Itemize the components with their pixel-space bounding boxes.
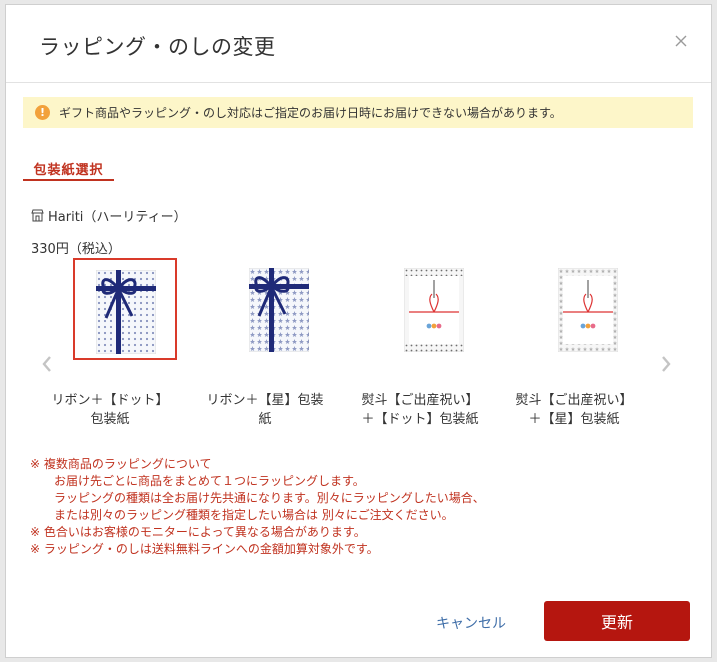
wrapping-thumbnail	[383, 258, 487, 360]
wrapping-option-noshi-star[interactable]: 熨斗【ご出産祝い】 ＋【星】包装紙	[503, 258, 645, 427]
close-icon[interactable]	[671, 31, 691, 51]
wrapping-option-label: リボン＋【星】包装 紙	[206, 393, 324, 427]
wrapping-option-label: リボン＋【ドット】 包装紙	[51, 393, 169, 427]
dialog-header: ラッピング・のしの変更	[6, 5, 711, 83]
shop-name-text: Hariti（ハーリティー）	[48, 210, 187, 225]
noshi-star-paper-image	[558, 268, 618, 352]
ribbon-dot-paper-image	[96, 270, 156, 354]
wrapping-option-ribbon-dot[interactable]: リボン＋【ドット】 包装紙	[39, 258, 181, 427]
wrapping-thumbnail	[537, 258, 641, 360]
tab-label: 包装紙選択	[33, 163, 104, 178]
shop-icon	[31, 209, 44, 222]
wrapping-option-ribbon-star[interactable]: リボン＋【星】包装 紙	[194, 258, 336, 427]
note-line: ※ 複数商品のラッピングについて	[30, 457, 212, 471]
price: 330円（税込）	[31, 242, 121, 257]
wrapping-thumbnail	[73, 258, 177, 360]
wrapping-option-noshi-dot[interactable]: 熨斗【ご出産祝い】 ＋【ドット】包装紙	[349, 258, 491, 427]
shop-name: Hariti（ハーリティー）	[31, 206, 187, 225]
cancel-button[interactable]: キャンセル	[436, 613, 506, 633]
carousel-next-button[interactable]	[658, 354, 674, 374]
note-line: ※ 色合いはお客様のモニターによって異なる場合があります。	[30, 525, 366, 539]
wrapping-thumbnail	[228, 258, 332, 360]
notes: ※ 複数商品のラッピングについて お届け先ごとに商品をまとめて１つにラッピングし…	[30, 456, 485, 558]
note-line: または別々のラッピング種類を指定したい場合は 別々にご注文ください。	[30, 508, 454, 522]
noshi-dot-paper-image	[404, 268, 464, 352]
ribbon-star-paper-image	[249, 268, 309, 352]
info-icon: !	[35, 105, 50, 120]
notice-banner: ! ギフト商品やラッピング・のし対応はご指定のお届け日時にお届けできない場合があ…	[23, 97, 693, 128]
wrapping-option-label: 熨斗【ご出産祝い】 ＋【ドット】包装紙	[361, 393, 479, 427]
wrapping-dialog: ラッピング・のしの変更 ! ギフト商品やラッピング・のし対応はご指定のお届け日時…	[5, 4, 712, 658]
note-line: ※ ラッピング・のしは送料無料ラインへの金額加算対象外です。	[30, 542, 379, 556]
tab-wrapping-paper[interactable]: 包装紙選択	[23, 159, 114, 181]
wrapping-option-label: 熨斗【ご出産祝い】 ＋【星】包装紙	[515, 393, 633, 427]
notice-text: ギフト商品やラッピング・のし対応はご指定のお届け日時にお届けできない場合がありま…	[59, 106, 562, 120]
note-line: お届け先ごとに商品をまとめて１つにラッピングします。	[30, 474, 365, 488]
note-line: ラッピングの種類は全お届け先共通になります。別々にラッピングしたい場合、	[30, 491, 485, 505]
update-button[interactable]: 更新	[544, 601, 690, 641]
dialog-title: ラッピング・のしの変更	[39, 35, 276, 59]
